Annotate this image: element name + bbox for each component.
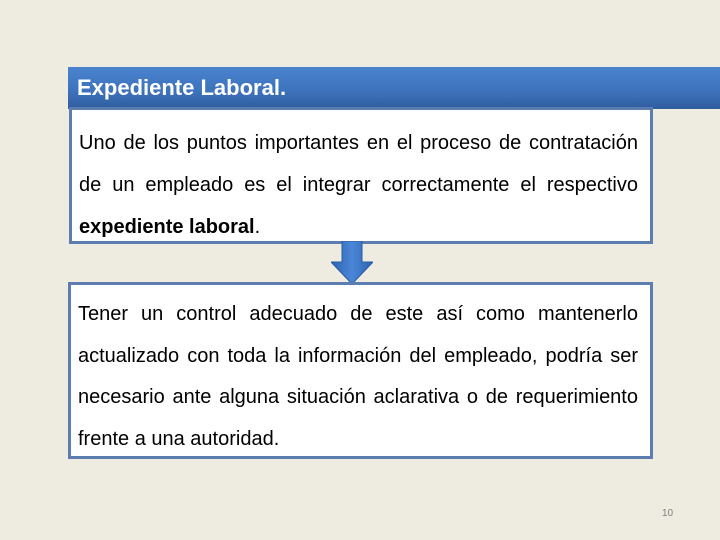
detail-text-box: Tener un control adecuado de este así co… xyxy=(68,282,653,459)
title-bar: Expediente Laboral. xyxy=(68,67,720,109)
intro-emphasis: expediente laboral xyxy=(79,216,255,238)
arrow-down-icon xyxy=(331,241,373,284)
detail-paragraph: Tener un control adecuado de este así co… xyxy=(78,303,638,450)
intro-paragraph: Uno de los puntos importantes en el proc… xyxy=(79,122,638,248)
intro-text: Uno de los puntos importantes en el proc… xyxy=(79,132,638,196)
slide-title: Expediente Laboral. xyxy=(77,75,287,100)
page-number: 10 xyxy=(662,508,674,519)
intro-text-box: Uno de los puntos importantes en el proc… xyxy=(69,107,653,244)
intro-text-end: . xyxy=(254,216,261,238)
